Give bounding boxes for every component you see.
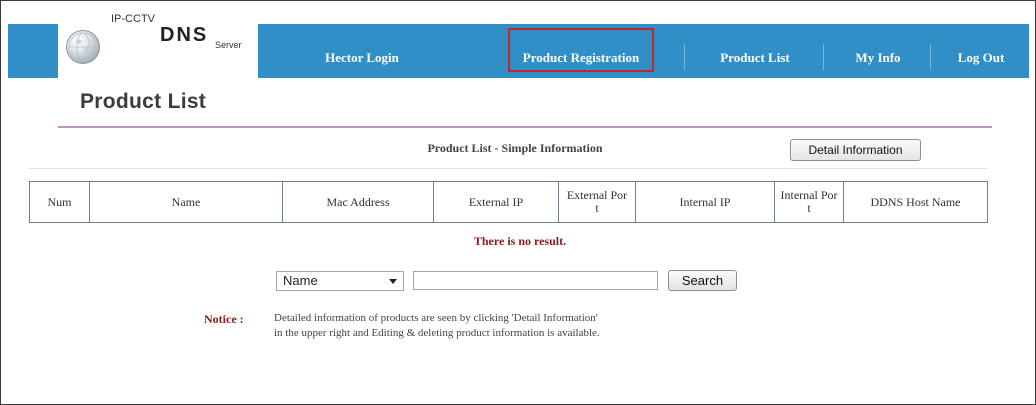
chevron-down-icon: [389, 279, 397, 284]
logo-dns-text: DNS: [160, 24, 209, 46]
notice-line-2: in the upper right and Editing & deletin…: [274, 327, 600, 339]
nav-highlight-box: [508, 28, 654, 72]
product-table: Num Name Mac Address External IP Externa…: [29, 181, 988, 223]
notice-line-1: Detailed information of products are see…: [274, 312, 598, 324]
globe-icon: [66, 30, 100, 64]
nav-hector-login[interactable]: Hector Login: [262, 24, 462, 78]
title-divider: [58, 126, 992, 128]
column-header-external-ip: External IP: [433, 181, 559, 223]
empty-result-message: There is no result.: [473, 234, 567, 248]
logo-server-text: Server: [215, 40, 242, 50]
search-input[interactable]: [413, 271, 658, 290]
search-field-select[interactable]: Name: [276, 271, 404, 291]
table-header-row: Num Name Mac Address External IP Externa…: [29, 181, 988, 223]
nav-separator: [930, 44, 931, 70]
column-header-mac-address: Mac Address: [282, 181, 434, 223]
section-subtitle: Product List - Simple Information: [427, 141, 603, 155]
column-header-external-port: External Por t: [558, 181, 636, 223]
nav-separator: [684, 44, 685, 70]
subtitle-divider: [29, 168, 987, 169]
nav-product-list[interactable]: Product List: [690, 24, 820, 78]
detail-information-button[interactable]: Detail Information: [790, 139, 921, 161]
nav-log-out[interactable]: Log Out: [936, 24, 1026, 78]
column-header-name: Name: [89, 181, 283, 223]
search-button[interactable]: Search: [668, 270, 737, 291]
logo-ipcctv-text: IP-CCTV: [111, 13, 155, 25]
notice-label: Notice :: [204, 312, 244, 326]
column-header-num: Num: [29, 181, 90, 223]
column-header-internal-ip: Internal IP: [635, 181, 775, 223]
column-header-internal-port: Internal Por t: [774, 181, 844, 223]
notice-text: Detailed information of products are see…: [274, 311, 694, 341]
nav-my-info[interactable]: My Info: [828, 24, 928, 78]
search-field-select-value: Name: [283, 273, 318, 288]
nav-separator: [823, 44, 824, 70]
column-header-ddns-host-name: DDNS Host Name: [843, 181, 988, 223]
page-title: Product List: [80, 90, 207, 113]
